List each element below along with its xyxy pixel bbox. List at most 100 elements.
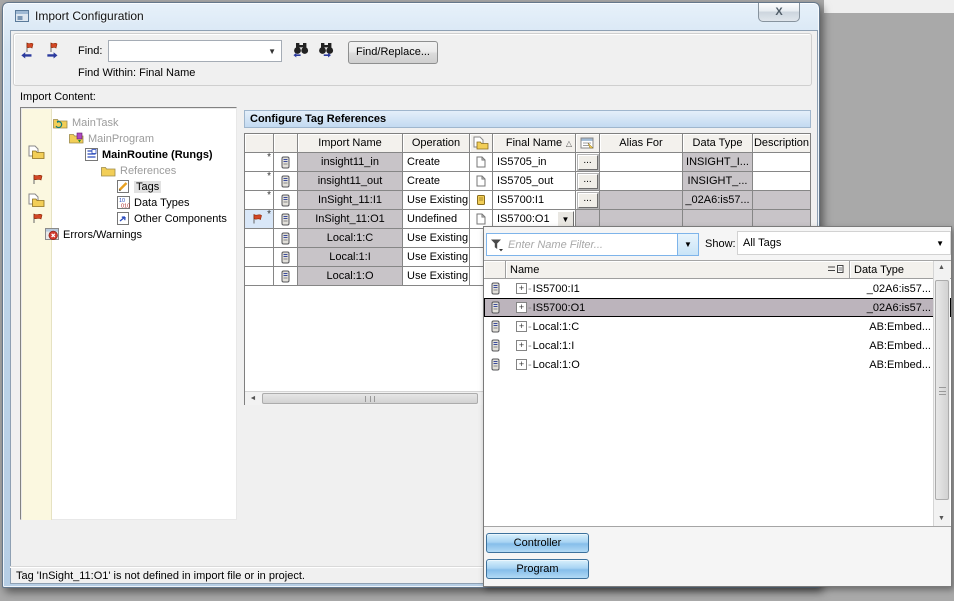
list-item[interactable]: +-Local:1:O AB:Embed... [484,355,951,374]
show-combobox[interactable]: All Tags ▼ [737,231,951,255]
table-row[interactable]: * insight11_out Create IS5705_out ... IN… [245,172,810,191]
chevron-down-icon[interactable]: ▼ [936,239,950,248]
chevron-down-icon[interactable]: ▼ [268,47,281,56]
find-next-button[interactable] [315,39,339,63]
cell-operation[interactable]: Use Existing [403,248,470,267]
scroll-up-button[interactable]: ▲ [934,261,949,274]
browse-button[interactable]: ... [578,193,598,208]
cell-description[interactable] [753,172,810,191]
row-header-cell[interactable] [245,267,274,286]
tree-item-data-types[interactable]: 10010 Data Types [117,195,189,210]
column-header-operation[interactable]: Operation [403,134,470,153]
find-combobox[interactable]: ▼ [108,40,282,62]
tree-item-mainroutine[interactable]: MainRoutine (Rungs) [85,147,213,162]
column-header-import-name[interactable]: Import Name [298,134,403,153]
tag-list-datatype-header[interactable]: Data Type [850,261,934,278]
find-replace-button[interactable]: Find/Replace... [348,41,438,64]
tree-item-tags[interactable]: Tags [117,179,161,194]
autofilter-icon[interactable] [827,264,845,275]
tag-icon [281,270,290,283]
show-label: Show: [705,238,736,250]
cell-operation[interactable]: Use Existing [403,191,470,210]
cell-alias-for[interactable] [600,153,683,172]
row-header-cell[interactable] [245,229,274,248]
controller-scope-button[interactable]: Controller [486,533,589,553]
tree-item-mainprogram[interactable]: MainProgram [69,131,154,146]
create-folder-icon [28,193,46,208]
cell-operation[interactable]: Create [403,172,470,191]
list-item[interactable]: +-Local:1:C AB:Embed... [484,317,951,336]
row-header-cell[interactable]: * [245,210,274,229]
tree-item-errors-warnings[interactable]: Errors/Warnings [45,227,142,242]
browse-button[interactable]: ... [578,155,598,170]
cell-import-name: Local:1:C [298,229,403,248]
find-previous-button[interactable] [289,39,313,63]
titlebar[interactable]: Import Configuration [3,3,819,29]
table-row[interactable]: * insight11_in Create IS5705_in ... INSI… [245,153,810,172]
tree-item-maintask[interactable]: MainTask [53,115,118,130]
cell-description[interactable] [753,153,810,172]
cell-operation[interactable]: Use Existing [403,267,470,286]
background-strip [824,0,954,13]
window-title: Import Configuration [35,9,144,23]
final-name-combobox-value: IS5700:O1 [497,213,550,225]
close-button[interactable]: X [758,3,800,22]
name-filter-input[interactable]: Enter Name Filter... [486,233,678,256]
cell-import-name: Local:1:I [298,248,403,267]
list-item[interactable]: +-Local:1:I AB:Embed... [484,336,951,355]
tag-list-name-header[interactable]: Name [506,261,850,278]
tag-icon [281,194,290,207]
list-item-selected[interactable]: +-IS5700:O1 _02A6:is57... [484,298,951,317]
tree-item-references[interactable]: References [101,163,176,178]
data-types-icon: 10010 [117,196,130,209]
row-header-cell[interactable] [245,248,274,267]
scroll-left-button[interactable]: ◄ [245,392,261,405]
browse-button[interactable]: ... [578,174,598,189]
row-header-cell[interactable]: * [245,191,274,210]
table-row[interactable]: * InSight_11:I1 Use Existing IS5700:I1 .… [245,191,810,210]
column-header-properties[interactable] [576,134,600,153]
scroll-down-button[interactable]: ▼ [934,512,949,525]
filter-funnel-icon[interactable] [490,238,504,252]
list-item[interactable]: +-IS5700:I1 _02A6:is57... [484,279,951,298]
expand-icon[interactable]: + [516,321,527,332]
row-header-cell[interactable]: * [245,153,274,172]
sort-ascending-icon[interactable]: △ [566,139,572,148]
column-header-description[interactable]: Description [753,134,810,153]
column-header-data-type[interactable]: Data Type [683,134,753,153]
cell-operation[interactable]: Undefined [403,210,470,229]
combobox-dropdown-button[interactable]: ▼ [557,211,574,227]
binoculars-left-icon [292,41,310,61]
expand-icon[interactable]: + [516,340,527,351]
next-flag-button[interactable] [41,39,65,63]
program-scope-button[interactable]: Program [486,559,589,579]
task-folder-icon [53,117,68,129]
tree-item-other-components[interactable]: Other Components [117,211,227,226]
tag-list-vertical-scrollbar[interactable]: ▲ ▼ [933,261,950,526]
column-header-final-name[interactable]: Final Name △ [493,134,576,153]
new-page-icon [476,156,486,168]
cell-final-name[interactable]: IS5700:I1 [493,191,576,210]
expand-icon[interactable]: + [516,283,527,294]
expand-icon[interactable]: + [516,359,527,370]
screen: Import Configuration X Find: ▼ Find/Repl… [0,0,954,601]
cell-final-name[interactable]: IS5705_in [493,153,576,172]
expand-icon[interactable]: + [516,302,527,313]
cell-alias-for[interactable] [600,172,683,191]
column-header-usage[interactable] [470,134,493,153]
tags-pencil-icon [117,180,130,193]
column-header-alias-for[interactable]: Alias For [600,134,683,153]
cell-operation[interactable]: Use Existing [403,229,470,248]
filter-dropdown-button[interactable]: ▼ [677,233,699,256]
tag-name: Local:1:I [533,340,575,352]
cell-description [753,191,810,210]
tree-item-label: References [120,165,176,177]
previous-flag-button[interactable] [15,39,39,63]
cell-final-name[interactable]: IS5705_out [493,172,576,191]
tag-data-type: _02A6:is57... [867,283,931,295]
cell-operation[interactable]: Create [403,153,470,172]
row-header-cell[interactable]: * [245,172,274,191]
vertical-scrollbar-thumb[interactable] [935,280,949,500]
horizontal-scrollbar-thumb[interactable] [262,393,478,404]
tag-data-type: AB:Embed... [869,321,931,333]
